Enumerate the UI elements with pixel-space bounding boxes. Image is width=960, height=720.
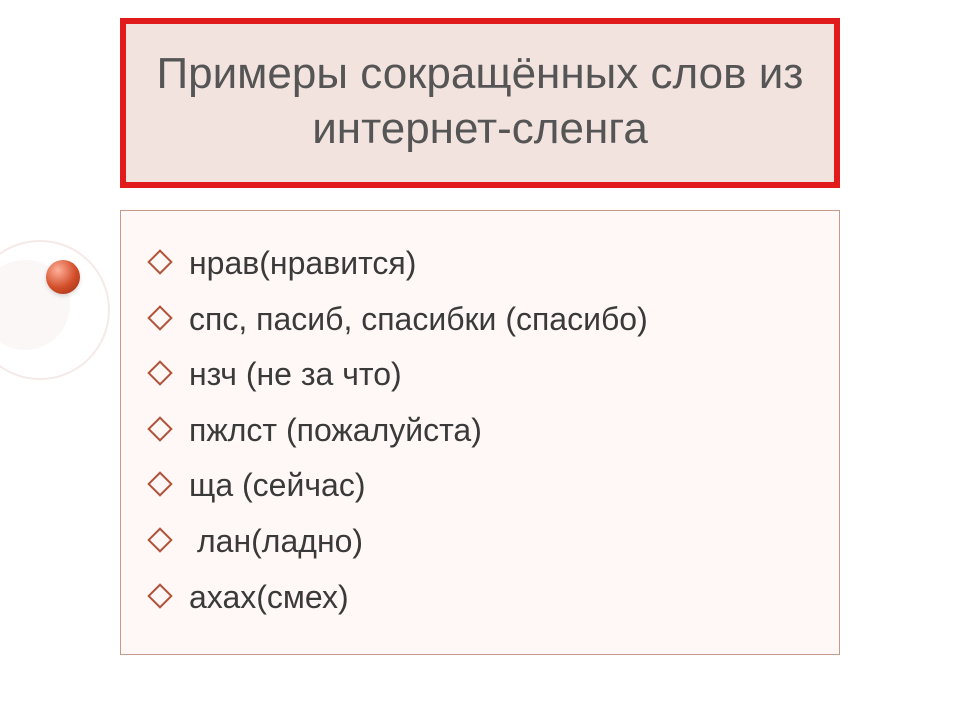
list-item-text: ща (сейчас) bbox=[189, 465, 809, 507]
list-item: пжлст (пожалуйста) bbox=[151, 410, 809, 452]
list-item: нрав(нравится) bbox=[151, 243, 809, 285]
bullet-diamond-icon bbox=[147, 305, 172, 330]
bullet-diamond-icon bbox=[147, 360, 172, 385]
list-item-text: лан(ладно) bbox=[189, 521, 809, 563]
title-card: Примеры сокращённых слов из интернет-сле… bbox=[120, 18, 840, 188]
bullet-diamond-icon bbox=[147, 527, 172, 552]
list-item: спс, пасиб, спасибки (спасибо) bbox=[151, 299, 809, 341]
bullet-diamond-icon bbox=[147, 249, 172, 274]
list-item: ща (сейчас) bbox=[151, 465, 809, 507]
bullet-diamond-icon bbox=[147, 472, 172, 497]
list-item-text: пжлст (пожалуйста) bbox=[189, 410, 809, 452]
list-item-text: ахах(смех) bbox=[189, 577, 809, 619]
list-item-text: спс, пасиб, спасибки (спасибо) bbox=[189, 299, 809, 341]
decorative-ball bbox=[46, 260, 80, 294]
list-item: ахах(смех) bbox=[151, 577, 809, 619]
list-item-text: нрав(нравится) bbox=[189, 243, 809, 285]
list-item: лан(ладно) bbox=[151, 521, 809, 563]
list-card: нрав(нравится) спс, пасиб, спасибки (спа… bbox=[120, 210, 840, 655]
list-item: нзч (не за что) bbox=[151, 354, 809, 396]
bullet-diamond-icon bbox=[147, 583, 172, 608]
list-item-text: нзч (не за что) bbox=[189, 354, 809, 396]
bullet-diamond-icon bbox=[147, 416, 172, 441]
slide-title: Примеры сокращённых слов из интернет-сле… bbox=[156, 46, 804, 156]
